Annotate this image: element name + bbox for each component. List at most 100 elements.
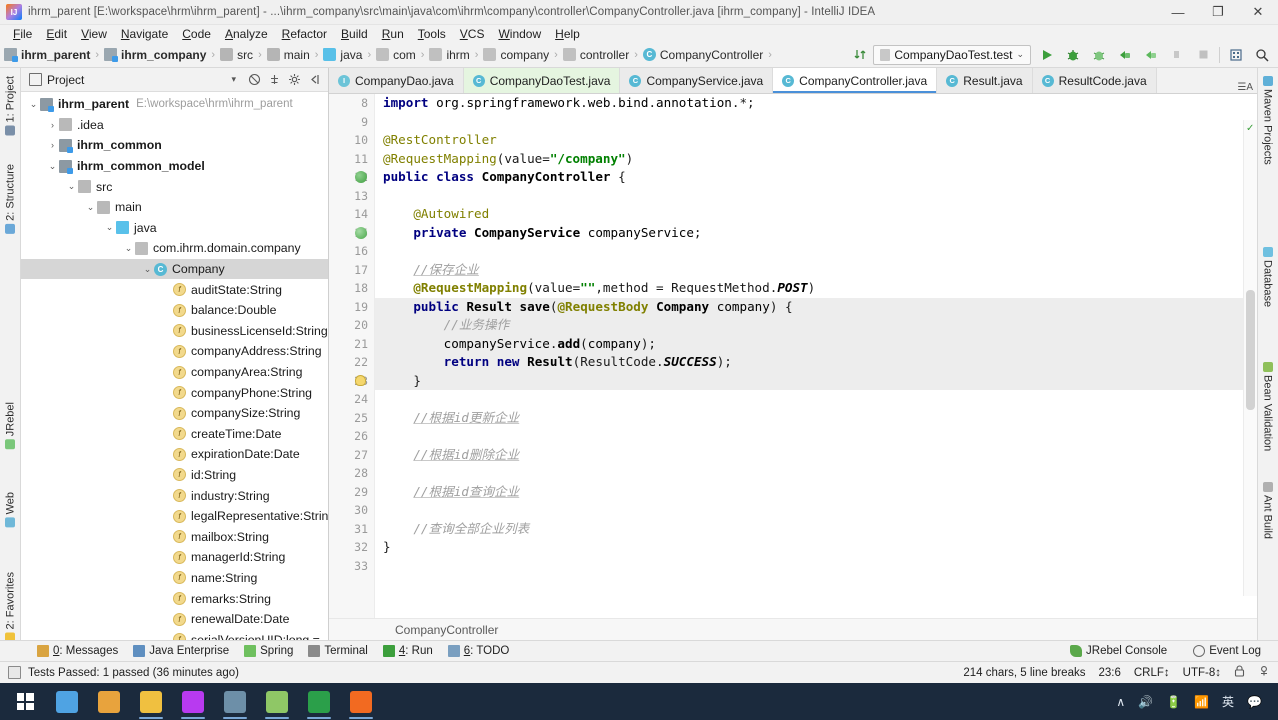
bottom-tool-jrebel-console[interactable]: JRebel Console [1063, 644, 1174, 658]
code-line[interactable] [375, 557, 1257, 576]
code-line[interactable]: @RequestMapping(value="",method = Reques… [375, 279, 1257, 298]
ime-language-icon[interactable]: 英 [1222, 696, 1234, 708]
taskbar-recorder-icon[interactable] [340, 683, 382, 720]
wifi-icon[interactable]: 📶 [1194, 696, 1209, 708]
tree-node[interactable]: ⌄ main [21, 197, 328, 218]
tree-expand-arrow[interactable]: › [46, 140, 59, 150]
tree-node[interactable]: managerId:String [21, 547, 328, 568]
tree-node[interactable]: name:String [21, 568, 328, 589]
code-line[interactable]: //根据id更新企业 [375, 409, 1257, 428]
gutter-line-number[interactable]: 19 [329, 298, 374, 317]
tree-expand-arrow[interactable]: ⌄ [65, 181, 78, 192]
tab-list-icon[interactable]: ☰A [1237, 82, 1253, 93]
lock-icon[interactable] [1234, 665, 1245, 680]
tree-node[interactable]: businessLicenseId:String [21, 321, 328, 342]
tree-node[interactable]: › .idea [21, 115, 328, 136]
battery-icon[interactable]: 🔋 [1166, 696, 1181, 708]
gutter-line-number[interactable]: 29 [329, 483, 374, 502]
editor-tab-result[interactable]: Result.java [937, 68, 1033, 93]
taskbar-image-viewer-icon[interactable] [256, 683, 298, 720]
gutter-line-number[interactable]: 24 [329, 390, 374, 409]
attach-profiler-button[interactable] [1112, 44, 1138, 66]
tree-node[interactable]: companyAddress:String [21, 341, 328, 362]
inspector-icon[interactable] [1258, 665, 1270, 680]
tree-node[interactable]: ⌄ src [21, 176, 328, 197]
tree-expand-arrow[interactable]: ⌄ [27, 99, 40, 110]
taskbar-office-icon[interactable] [88, 683, 130, 720]
breadcrumb-item-src[interactable]: src › [220, 48, 267, 62]
code-line[interactable]: //查询全部企业列表 [375, 520, 1257, 539]
notifications-icon[interactable]: 💬 [1247, 696, 1262, 708]
code-line[interactable]: @RestController [375, 131, 1257, 150]
close-button[interactable]: ✕ [1238, 0, 1278, 25]
tree-node[interactable]: industry:String [21, 485, 328, 506]
code-line[interactable] [375, 113, 1257, 132]
code-line[interactable]: } [375, 538, 1257, 557]
tree-node[interactable]: expirationDate:Date [21, 444, 328, 465]
bean-icon[interactable] [355, 171, 367, 183]
tree-node[interactable]: auditState:String [21, 279, 328, 300]
editor-tab-companydao[interactable]: CompanyDao.java [329, 68, 464, 93]
editor-tab-resultcode[interactable]: ResultCode.java [1032, 68, 1157, 93]
bottom-tool-java-enterprise[interactable]: Java Enterprise [126, 644, 236, 658]
tree-expand-arrow[interactable]: ⌄ [122, 243, 135, 254]
tree-node[interactable]: companyPhone:String [21, 382, 328, 403]
gutter-line-number[interactable]: 12 [329, 168, 374, 187]
menu-item-refactor[interactable]: Refactor [275, 26, 334, 42]
gutter-line-number[interactable]: 31 [329, 520, 374, 539]
tree-expand-arrow[interactable]: ⌄ [46, 161, 59, 172]
code-line[interactable]: public class CompanyController { [375, 168, 1257, 187]
code-line[interactable]: import org.springframework.web.bind.anno… [375, 94, 1257, 113]
tree-node[interactable]: › ihrm_common [21, 135, 328, 156]
stop-process-button[interactable] [1190, 44, 1216, 66]
gutter-line-number[interactable]: 32 [329, 538, 374, 557]
gutter-line-number[interactable]: 21 [329, 335, 374, 354]
code-line[interactable]: //保存企业 [375, 261, 1257, 280]
code-line[interactable] [375, 427, 1257, 446]
run-with-coverage-button[interactable] [1086, 44, 1112, 66]
tool-window-button-ant-build[interactable]: Ant Build [1257, 478, 1278, 543]
gutter-line-number[interactable]: 17 [329, 261, 374, 280]
tree-node[interactable]: createTime:Date [21, 424, 328, 445]
menu-item-edit[interactable]: Edit [39, 26, 74, 42]
breadcrumb-item-ihrm-parent[interactable]: ihrm_parent › [4, 48, 104, 62]
bottom-tool-spring[interactable]: Spring [237, 644, 300, 658]
tree-node[interactable]: ⌄ ihrm_parent E:\workspace\hrm\ihrm_parent [21, 94, 328, 115]
menu-item-run[interactable]: Run [375, 26, 411, 42]
menu-item-analyze[interactable]: Analyze [218, 26, 275, 42]
code-line[interactable] [375, 187, 1257, 206]
gutter-line-number[interactable]: 30 [329, 501, 374, 520]
editor-breadcrumb[interactable]: CompanyController [329, 618, 1257, 640]
code-line[interactable]: //根据id删除企业 [375, 446, 1257, 465]
bulb-icon[interactable] [355, 374, 366, 386]
settings-gear-icon[interactable] [284, 70, 304, 90]
tree-expand-arrow[interactable]: › [46, 120, 59, 130]
tree-node[interactable]: balance:Double [21, 300, 328, 321]
minimize-button[interactable]: — [1158, 0, 1198, 25]
breadcrumb-item-java[interactable]: java › [323, 48, 376, 62]
sort-toggle-icon[interactable] [847, 44, 873, 66]
tree-node[interactable]: serialVersionUID:long = [21, 629, 328, 640]
breadcrumb-item-company[interactable]: company › [483, 48, 562, 62]
gutter-line-number[interactable]: 8 [329, 94, 374, 113]
tool-window-button-2-favorites[interactable]: 2: Favorites [0, 568, 21, 646]
status-item-2[interactable]: CRLF↕ [1134, 667, 1170, 679]
gutter-line-number[interactable]: 10 [329, 131, 374, 150]
code-line[interactable] [375, 501, 1257, 520]
tree-node[interactable]: ⌄ Company [21, 258, 328, 280]
tree-node[interactable]: id:String [21, 465, 328, 486]
bottom-tool-terminal[interactable]: Terminal [301, 644, 374, 658]
editor-tab-companydaotest[interactable]: CompanyDaoTest.java [463, 68, 621, 93]
tool-window-button-1-project[interactable]: 1: Project [0, 72, 21, 139]
taskbar-navicat-dolphin-icon[interactable] [214, 683, 256, 720]
taskbar-intellij-idea-icon[interactable] [172, 683, 214, 720]
code-line[interactable]: //根据id查询企业 [375, 483, 1257, 502]
editor-gutter[interactable]: 8910111213141516171819202122232425262728… [329, 94, 375, 618]
menu-item-navigate[interactable]: Navigate [114, 26, 175, 42]
code-line[interactable] [375, 242, 1257, 261]
gutter-line-number[interactable]: 33 [329, 557, 374, 576]
breadcrumb-item-ihrm-company[interactable]: ihrm_company › [104, 48, 220, 62]
breadcrumb-item-com[interactable]: com › [376, 48, 429, 62]
code-line[interactable]: @RequestMapping(value="/company") [375, 150, 1257, 169]
status-item-3[interactable]: UTF-8↕ [1183, 667, 1221, 679]
